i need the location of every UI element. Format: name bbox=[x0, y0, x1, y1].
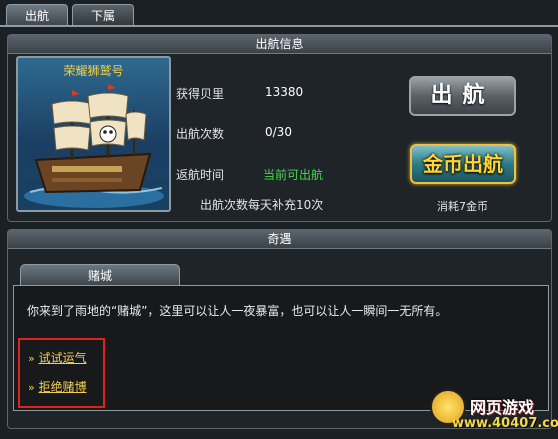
choice-refuse-gamble-label[interactable]: 拒绝赌博 bbox=[39, 380, 87, 394]
gold-cost-label: 消耗7金币 bbox=[437, 200, 488, 213]
choice-try-luck[interactable]: » 试试运气 bbox=[28, 349, 87, 366]
return-time-label: 返航时间 bbox=[176, 168, 225, 182]
ship-icon bbox=[24, 84, 164, 208]
refill-note: 出航次数每天补充10次 bbox=[200, 198, 324, 212]
tab-divider bbox=[0, 25, 558, 27]
watermark-title: 网页游戏 bbox=[470, 398, 535, 417]
tab-sail[interactable]: 出航 bbox=[6, 4, 68, 26]
tab-subordinate[interactable]: 下属 bbox=[72, 4, 134, 26]
sail-count-value: 0/30 bbox=[265, 125, 292, 139]
choice-try-luck-label[interactable]: 试试运气 bbox=[39, 351, 87, 365]
double-chevron-icon: » bbox=[28, 381, 35, 394]
return-time-value: 当前可出航 bbox=[263, 168, 324, 182]
sail-info-header: 出航信息 bbox=[8, 35, 551, 54]
ship-name: 荣耀狮鹫号 bbox=[63, 64, 124, 78]
watermark-url: www.40407.com bbox=[452, 416, 558, 431]
sail-button[interactable]: 出航 bbox=[409, 76, 516, 116]
sail-count-label: 出航次数 bbox=[176, 127, 225, 141]
berry-label: 获得贝里 bbox=[176, 87, 225, 101]
ship-portrait: 荣耀狮鹫号 bbox=[16, 56, 171, 212]
gold-sail-button[interactable]: 金币出航 bbox=[410, 144, 516, 184]
choice-refuse-gamble[interactable]: » 拒绝赌博 bbox=[28, 378, 87, 395]
encounter-description: 你来到了雨地的“赌城”，这里可以让人一夜暴富，也可以让人一瞬间一无所有。 bbox=[27, 304, 448, 318]
tab-gambling-city[interactable]: 赌城 bbox=[20, 264, 180, 286]
double-chevron-icon: » bbox=[28, 352, 35, 365]
berry-value: 13380 bbox=[265, 85, 304, 99]
encounter-header: 奇遇 bbox=[8, 230, 551, 249]
